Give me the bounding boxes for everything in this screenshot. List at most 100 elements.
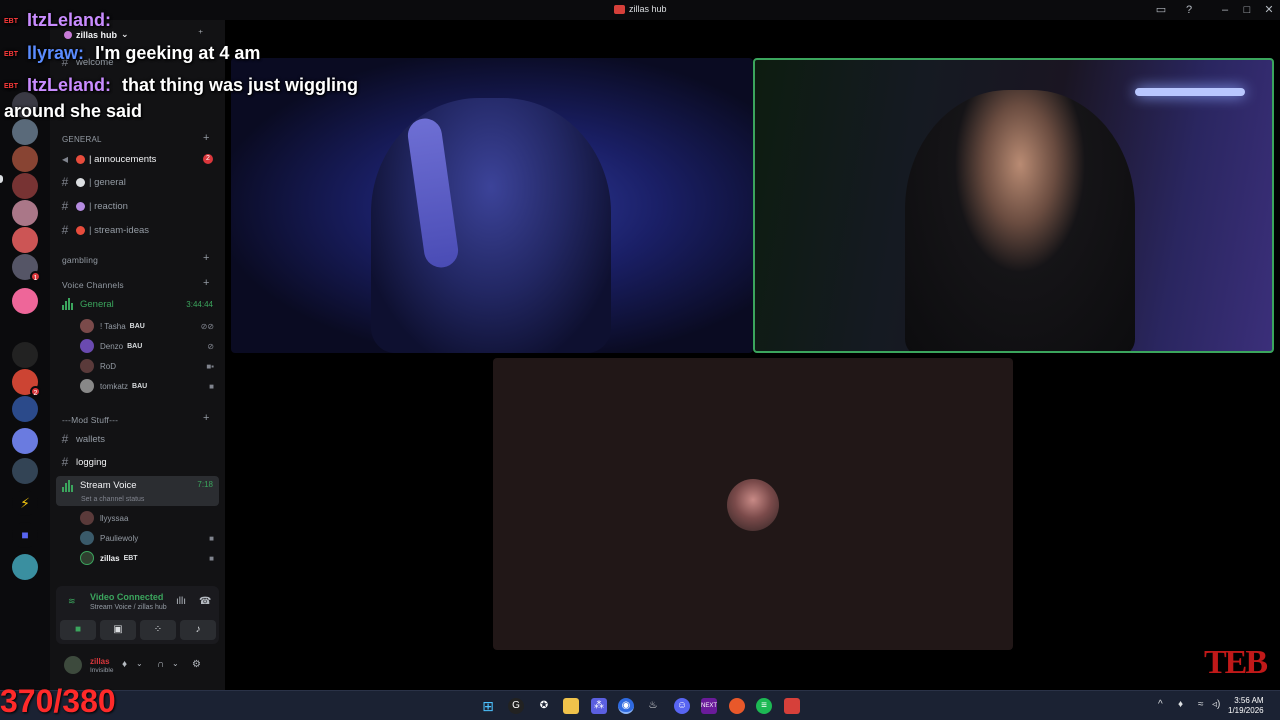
voice-member[interactable]: zillas EBT ■ (80, 549, 220, 567)
voice-location[interactable]: Stream Voice / zillas hub (90, 604, 167, 611)
server-icon[interactable] (12, 227, 38, 253)
chat-nick: ItzLeland: (27, 10, 112, 30)
chevron-down-icon[interactable]: ⌄ (172, 659, 179, 668)
start-icon[interactable]: ⊞ (480, 698, 496, 714)
volume-icon[interactable]: ◃) (1212, 699, 1220, 710)
soundboard-button[interactable]: ♪ (180, 620, 216, 640)
chat-nick: llyraw: (27, 43, 85, 63)
discord-icon[interactable]: ☺ (674, 698, 690, 714)
question-icon (76, 225, 85, 235)
add-channel-icon[interactable]: + (203, 252, 209, 264)
member-tag: BAU (129, 322, 145, 330)
server-icon[interactable] (12, 342, 38, 368)
hash-icon: # (61, 432, 69, 446)
member-name: ! Tasha (100, 321, 126, 331)
server-icon-zillas[interactable] (12, 554, 38, 580)
server-icon[interactable] (12, 396, 38, 422)
camera-icon: ■ (209, 381, 214, 391)
chevron-up-icon[interactable]: ^ (1158, 699, 1163, 710)
close-button[interactable]: ✕ (1262, 3, 1276, 17)
channel-status[interactable]: Set a channel status (81, 496, 144, 503)
camera-button[interactable]: ■ (60, 620, 96, 640)
voice-member[interactable]: llyyssaa (80, 509, 220, 527)
activities-button[interactable]: ⁘ (140, 620, 176, 640)
spotify-icon[interactable]: ≡ (756, 698, 772, 714)
category-mod-stuff[interactable]: ---Mod Stuff--- (62, 415, 118, 425)
member-tag: BAU (127, 342, 143, 350)
gear-icon[interactable]: ⚙ (192, 659, 201, 670)
microphone-icon[interactable]: ♦ (122, 659, 127, 670)
channel-wallets[interactable]: # wallets (56, 429, 219, 449)
microphone-icon[interactable]: ♦ (1178, 699, 1183, 710)
chat-text: I'm geeking at 4 am (95, 43, 261, 63)
channel-stream-ideas[interactable]: # | stream-ideas (56, 220, 219, 240)
file-explorer-icon[interactable] (563, 698, 579, 714)
member-tag: BAU (132, 382, 148, 390)
voice-status: Video Connected (90, 592, 164, 602)
channel-label: | stream-ideas (89, 224, 150, 236)
camera-icon: ■ (209, 553, 214, 563)
screenshare-button[interactable]: ▣ (100, 620, 136, 640)
noise-suppression-icon[interactable]: ıllı (176, 596, 186, 607)
lightning-icon[interactable]: ⚡ (12, 490, 38, 516)
mention-badge: 2 (203, 154, 213, 164)
voice-channel-general[interactable]: General 3:44:44 (56, 294, 219, 314)
voice-member[interactable]: Denzo BAU ⊘ (80, 337, 220, 355)
chevron-down-icon[interactable]: ⌄ (136, 659, 143, 668)
server-icon[interactable] (12, 458, 38, 484)
avatar (80, 511, 94, 525)
video-tile[interactable] (231, 58, 753, 353)
channel-logging[interactable]: # logging (56, 452, 219, 472)
server-icon[interactable]: 2 (12, 369, 41, 397)
minimize-button[interactable]: – (1218, 3, 1232, 17)
add-channel-icon[interactable]: + (203, 277, 209, 289)
help-icon[interactable]: ? (1182, 3, 1196, 17)
app-icon[interactable]: ✪ (536, 698, 552, 714)
window-title-text: zillas hub (629, 4, 667, 14)
clock[interactable]: 3:56 AM 1/19/2026 (1228, 696, 1264, 716)
app-icon[interactable]: NEXT (701, 698, 717, 714)
server-icon[interactable] (12, 119, 38, 145)
channel-label: | reaction (89, 200, 128, 212)
disconnect-icon[interactable]: ☎ (199, 596, 211, 607)
app-icon[interactable]: ⁂ (591, 698, 607, 714)
category-general[interactable]: GENERAL (62, 135, 102, 144)
wifi-icon[interactable]: ≈ (1198, 699, 1204, 710)
avatar[interactable] (64, 656, 82, 674)
app-icon[interactable] (729, 698, 745, 714)
app-icon[interactable] (784, 698, 800, 714)
voice-member[interactable]: RoD ■▪ (80, 357, 220, 375)
server-icon[interactable] (12, 146, 38, 172)
voice-member[interactable]: Pauliewoly ■ (80, 529, 220, 547)
channel-general[interactable]: # | general (56, 172, 219, 192)
server-icon[interactable] (12, 200, 38, 226)
signal-icon[interactable]: ≋ (68, 596, 76, 607)
inbox-icon[interactable]: ▭ (1154, 3, 1168, 17)
server-icon[interactable] (12, 428, 38, 454)
member-tag: EBT (123, 554, 138, 562)
channel-reaction[interactable]: # | reaction (56, 196, 219, 216)
steam-icon[interactable]: ♨ (645, 698, 661, 714)
channel-announcements[interactable]: ◂ | annoucements 2 (56, 149, 219, 169)
video-feed-light (1135, 88, 1245, 96)
emoji-icon (76, 154, 85, 164)
voice-member[interactable]: tomkatz BAU ■ (80, 377, 220, 395)
add-channel-icon[interactable]: + (203, 132, 209, 144)
add-user-icon[interactable]: ⁺ (198, 29, 203, 40)
add-channel-icon[interactable]: + (203, 412, 209, 424)
voice-timer: 7:18 (197, 480, 213, 489)
server-icon[interactable] (12, 288, 38, 314)
category-voice[interactable]: Voice Channels (62, 280, 124, 290)
category-gambling[interactable]: gambling (62, 255, 98, 265)
video-tile-speaking[interactable] (753, 58, 1274, 353)
voice-member[interactable]: ! Tasha BAU ⊘⊘ (80, 317, 220, 335)
server-icon[interactable] (12, 173, 38, 199)
search-icon[interactable]: G (508, 698, 524, 714)
server-icon[interactable]: 1 (12, 254, 41, 282)
folder-icon[interactable]: ■ (12, 522, 38, 548)
stream-counter: 370/380 (0, 683, 116, 719)
maximize-button[interactable]: □ (1240, 3, 1254, 17)
video-tile-no-camera[interactable] (493, 358, 1013, 650)
chrome-icon[interactable]: ◉ (618, 698, 634, 714)
headphones-icon[interactable]: ∩ (157, 659, 164, 670)
